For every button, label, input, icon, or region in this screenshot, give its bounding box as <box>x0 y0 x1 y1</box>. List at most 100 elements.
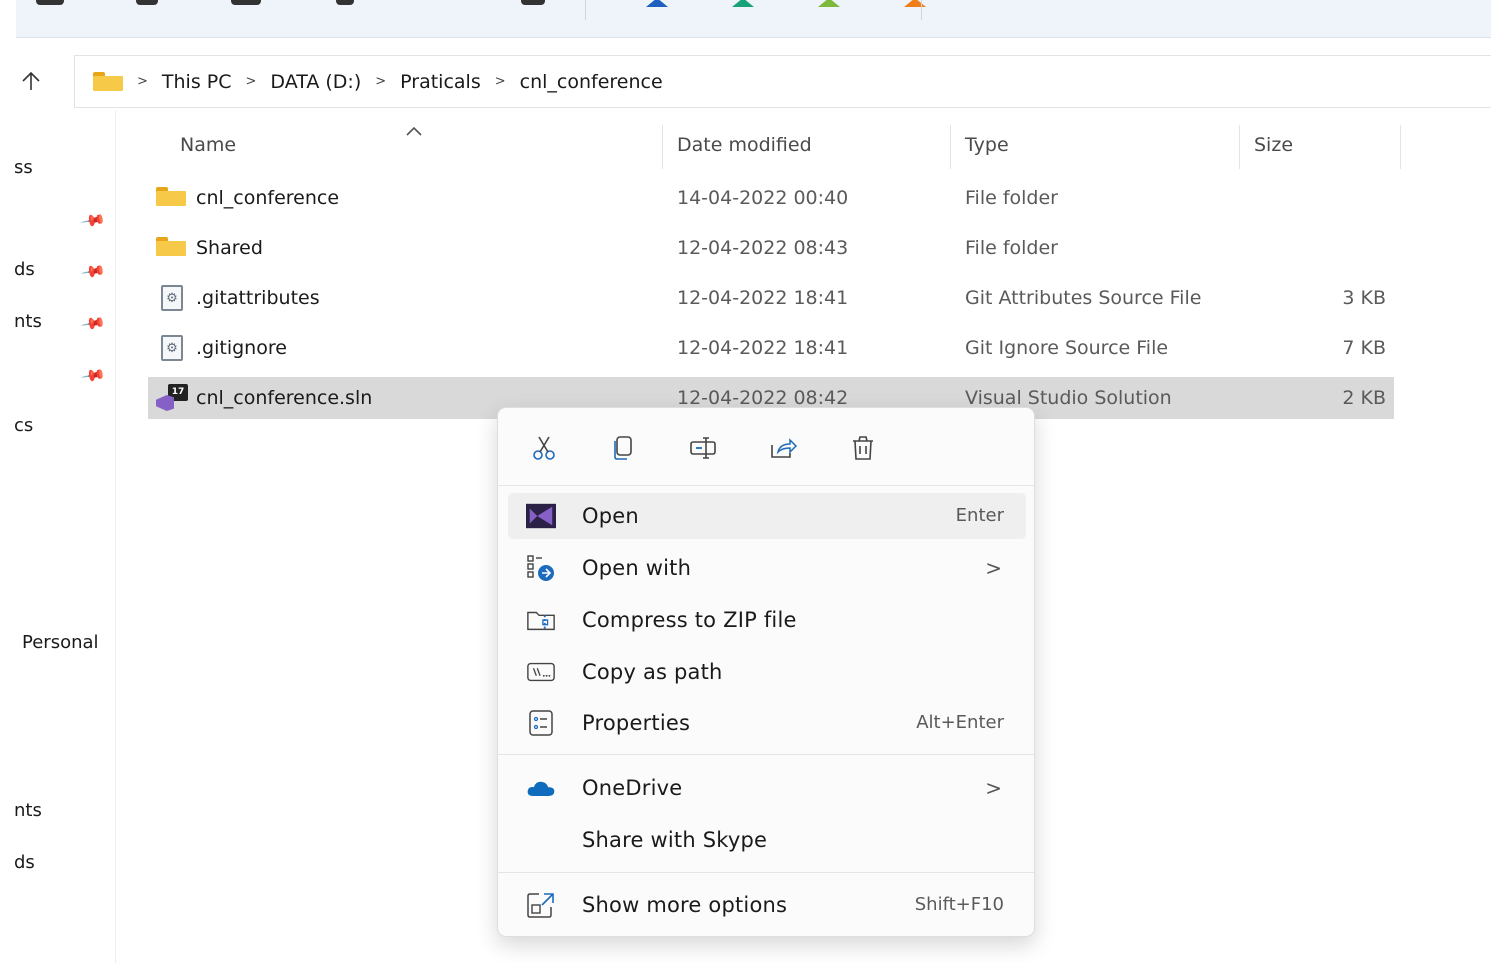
visual-studio-solution-icon: 17 <box>156 384 188 412</box>
menu-item-show-more-options[interactable]: Show more options Shift+F10 <box>508 882 1026 928</box>
breadcrumb-praticals[interactable]: Praticals <box>400 71 481 93</box>
zip-icon <box>526 606 556 634</box>
file-type: Git Attributes Source File <box>965 287 1202 309</box>
menu-item-label: Compress to ZIP file <box>582 608 797 632</box>
file-name: cnl_conference <box>196 187 340 209</box>
menu-item-open[interactable]: Open Enter <box>508 493 1026 539</box>
context-menu: Open Enter Open with > Compress to ZIP f… <box>497 407 1035 937</box>
toolbar-icon-fragment[interactable] <box>36 0 64 5</box>
chevron-right-icon[interactable]: > <box>495 74 506 89</box>
menu-divider <box>498 754 1034 755</box>
menu-item-label: Show more options <box>582 893 788 917</box>
menu-item-label: Share with Skype <box>582 828 768 852</box>
file-size <box>1340 227 1386 269</box>
toolbar-icon-fragment[interactable] <box>231 0 261 5</box>
file-size: 7 KB <box>1342 337 1386 359</box>
command-bar <box>16 0 1491 38</box>
view-icon-fragment[interactable] <box>732 0 754 7</box>
copy-path-icon <box>526 658 556 686</box>
file-size <box>1340 177 1386 219</box>
file-type: Git Ignore Source File <box>965 337 1169 359</box>
properties-icon <box>526 709 556 737</box>
nav-item-pictures[interactable]: cs <box>14 415 33 436</box>
folder-icon <box>156 237 186 259</box>
menu-item-label: Open with <box>582 556 692 580</box>
column-divider[interactable] <box>662 125 663 169</box>
file-name: .gitattributes <box>196 287 320 309</box>
column-header-size[interactable]: Size <box>1254 134 1293 156</box>
nav-item-downloads-2[interactable]: ds <box>14 852 35 873</box>
menu-divider <box>498 872 1034 873</box>
file-type: File folder <box>965 237 1058 259</box>
quick-actions-bar <box>498 408 1034 486</box>
settings-file-icon: ⚙ <box>161 335 183 361</box>
folder-icon <box>156 187 186 209</box>
column-header-type[interactable]: Type <box>965 134 1009 156</box>
chevron-right-icon[interactable]: > <box>137 74 148 89</box>
file-row[interactable]: Shared 12-04-2022 08:43 File folder <box>148 227 1394 269</box>
file-date: 12-04-2022 18:41 <box>677 337 849 359</box>
chevron-right-icon: > <box>985 556 1002 580</box>
column-divider[interactable] <box>1239 125 1240 169</box>
file-name: cnl_conference.sln <box>196 387 373 409</box>
file-name: .gitignore <box>196 337 287 359</box>
view-icon-fragment[interactable] <box>904 0 926 7</box>
visual-studio-icon <box>526 502 556 530</box>
menu-item-shortcut: Alt+Enter <box>916 712 1004 733</box>
toolbar-icon-fragment[interactable] <box>136 0 158 5</box>
delete-icon[interactable] <box>843 428 883 468</box>
file-row[interactable]: ⚙ .gitattributes 12-04-2022 18:41 Git At… <box>148 277 1394 319</box>
menu-item-share-with-skype[interactable]: Share with Skype <box>508 817 1026 863</box>
breadcrumb-data-drive[interactable]: DATA (D:) <box>270 71 361 93</box>
nav-item-quick-access[interactable]: ss <box>14 157 33 178</box>
column-header-date-modified[interactable]: Date modified <box>677 134 812 156</box>
menu-item-label: Properties <box>582 711 691 735</box>
column-divider[interactable] <box>1400 125 1401 169</box>
menu-item-shortcut: Enter <box>955 505 1004 526</box>
view-icon-fragment[interactable] <box>818 0 840 7</box>
nav-item-documents[interactable]: nts <box>14 311 42 332</box>
menu-item-label: OneDrive <box>582 776 683 800</box>
menu-item-open-with[interactable]: Open with > <box>508 545 1026 591</box>
file-type: File folder <box>965 187 1058 209</box>
file-date: 12-04-2022 18:41 <box>677 287 849 309</box>
show-more-options-icon <box>526 891 556 919</box>
file-row[interactable]: cnl_conference 14-04-2022 00:40 File fol… <box>148 177 1394 219</box>
file-size: 3 KB <box>1342 287 1386 309</box>
chevron-right-icon[interactable]: > <box>246 74 257 89</box>
file-date: 12-04-2022 08:43 <box>677 237 849 259</box>
file-row[interactable]: ⚙ .gitignore 12-04-2022 18:41 Git Ignore… <box>148 327 1394 369</box>
menu-item-copy-as-path[interactable]: Copy as path <box>508 649 1026 695</box>
up-arrow-icon[interactable] <box>18 68 44 94</box>
address-bar[interactable]: > This PC > DATA (D:) > Praticals > cnl_… <box>74 55 1491 108</box>
column-divider[interactable] <box>950 125 951 169</box>
copy-icon[interactable] <box>603 428 643 468</box>
cut-icon[interactable] <box>524 428 564 468</box>
nav-item-documents-2[interactable]: nts <box>14 800 42 821</box>
menu-item-compress-zip[interactable]: Compress to ZIP file <box>508 597 1026 643</box>
toolbar-divider <box>921 0 922 20</box>
rename-icon[interactable] <box>683 428 723 468</box>
settings-file-icon: ⚙ <box>161 285 183 311</box>
onedrive-icon <box>526 774 556 802</box>
menu-item-properties[interactable]: Properties Alt+Enter <box>508 700 1026 746</box>
view-icon-fragment[interactable] <box>646 0 668 7</box>
chevron-right-icon: > <box>985 776 1002 800</box>
file-name: Shared <box>196 237 263 259</box>
share-icon[interactable] <box>763 428 803 468</box>
sort-ascending-icon <box>404 121 424 142</box>
nav-item-onedrive-personal[interactable]: Personal <box>22 632 99 653</box>
breadcrumb-cnl-conference[interactable]: cnl_conference <box>520 71 663 93</box>
menu-item-onedrive[interactable]: OneDrive > <box>508 765 1026 811</box>
toolbar-icon-fragment[interactable] <box>521 0 545 5</box>
breadcrumb-this-pc[interactable]: This PC <box>162 71 232 93</box>
nav-item-downloads[interactable]: ds <box>14 259 35 280</box>
menu-item-shortcut: Shift+F10 <box>914 894 1004 915</box>
navigation-pane <box>0 110 116 963</box>
column-header-name[interactable]: Name <box>180 134 236 156</box>
menu-item-label: Open <box>582 504 639 528</box>
chevron-right-icon[interactable]: > <box>375 74 386 89</box>
folder-icon <box>93 71 123 92</box>
menu-item-label: Copy as path <box>582 660 723 684</box>
toolbar-icon-fragment[interactable] <box>336 0 354 5</box>
